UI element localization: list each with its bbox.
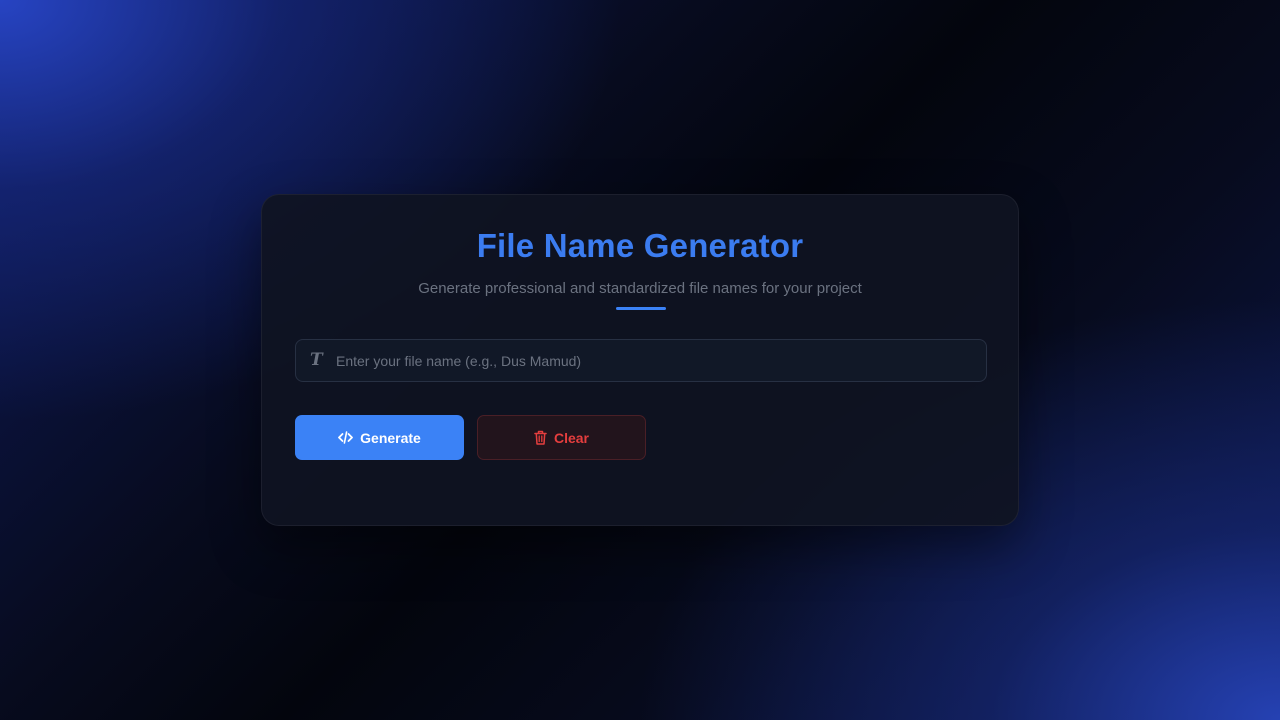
file-name-input-wrapper: T — [295, 339, 987, 382]
clear-button[interactable]: Clear — [477, 415, 646, 460]
trash-icon — [534, 430, 547, 445]
page-subtitle: Generate professional and standardized f… — [418, 280, 862, 297]
file-name-input[interactable] — [336, 340, 976, 381]
clear-button-label: Clear — [553, 429, 590, 446]
generate-button-label: Generate — [360, 429, 421, 446]
title-underline — [616, 307, 666, 310]
generator-card: File Name Generator Generate professiona… — [261, 194, 1019, 526]
text-format-icon: T — [310, 350, 323, 370]
generate-button[interactable]: Generate — [295, 415, 464, 460]
page-title: File Name Generator — [476, 227, 804, 264]
code-icon — [338, 431, 354, 444]
